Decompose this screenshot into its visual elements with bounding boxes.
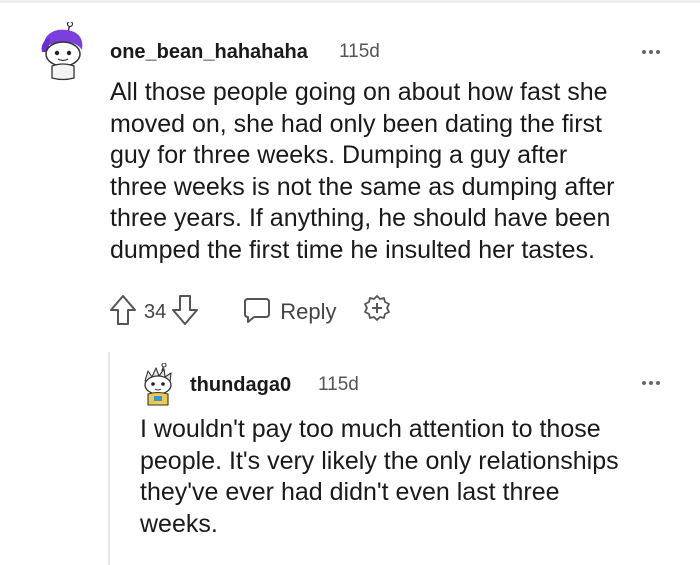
more-options-icon[interactable]: [642, 381, 660, 385]
reply-button[interactable]: Reply: [242, 295, 337, 330]
vote-count: 34: [144, 300, 167, 323]
timestamp: 115d: [339, 41, 380, 62]
comment-line: three years. If anything, he should have…: [110, 204, 611, 232]
username[interactable]: one_bean_hahahaha: [110, 41, 308, 64]
reply-bubble-icon: [242, 295, 272, 330]
comment-line: guy for three weeks. Dumping a guy after: [110, 141, 568, 169]
reply-label: Reply: [280, 299, 337, 324]
comment: one_bean_hahahaha 115d All those people …: [0, 0, 700, 345]
comment-line: All those people going on about how fast…: [110, 78, 608, 106]
comment-line: weeks.: [140, 509, 218, 538]
comment-body: I wouldn't pay too much attention to tho…: [140, 414, 685, 540]
comment-line: they've ever had didn't even last three: [140, 478, 560, 506]
upvote-icon[interactable]: [108, 293, 138, 332]
timestamp: 115d: [318, 374, 359, 395]
comment-line: I wouldn't pay too much attention to tho…: [140, 415, 601, 443]
more-options-icon[interactable]: [642, 50, 660, 54]
avatar[interactable]: [38, 20, 86, 82]
username[interactable]: thundaga0: [190, 374, 291, 397]
comment-actions: 34 Reply: [108, 292, 393, 332]
snoo-avatar-icon: [144, 362, 172, 406]
comment-body: All those people going on about how fast…: [110, 77, 680, 266]
award-plus-icon[interactable]: [361, 294, 393, 331]
comment-line: moved on, she had only been dating the f…: [110, 109, 602, 138]
comment-line: dumped the first time he insulted her ta…: [110, 235, 595, 264]
avatar[interactable]: [140, 362, 176, 407]
comment-line: three weeks is not the same as dumping a…: [110, 172, 615, 201]
comment-line: people. It's very likely the only relati…: [140, 446, 619, 475]
snoo-avatar-icon: [41, 20, 83, 81]
downvote-icon[interactable]: [170, 293, 200, 332]
